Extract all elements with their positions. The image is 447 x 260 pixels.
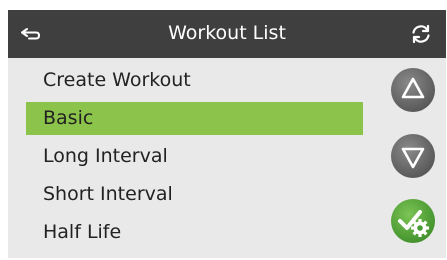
scroll-down-button[interactable] [390, 133, 436, 179]
workout-list: Create Workout Basic Long Interval Short… [26, 64, 363, 254]
scroll-up-button[interactable] [390, 67, 436, 113]
triangle-up-icon [391, 68, 435, 112]
refresh-button[interactable] [408, 21, 434, 47]
list-item-half-life[interactable]: Half Life [26, 216, 363, 249]
refresh-icon [412, 24, 430, 44]
list-item-basic[interactable]: Basic [26, 102, 363, 135]
list-item-create-workout[interactable]: Create Workout [26, 64, 363, 97]
header-bar: Workout List [8, 10, 446, 58]
list-item-short-interval[interactable]: Short Interval [26, 178, 363, 211]
list-item-long-interval[interactable]: Long Interval [26, 140, 363, 173]
workout-list-screen: Workout List Create Workout Basic Long I… [8, 10, 446, 258]
confirm-button[interactable] [390, 198, 436, 244]
triangle-down-icon [391, 134, 435, 178]
page-title: Workout List [168, 22, 286, 44]
checkmark-gear-icon [391, 199, 435, 243]
